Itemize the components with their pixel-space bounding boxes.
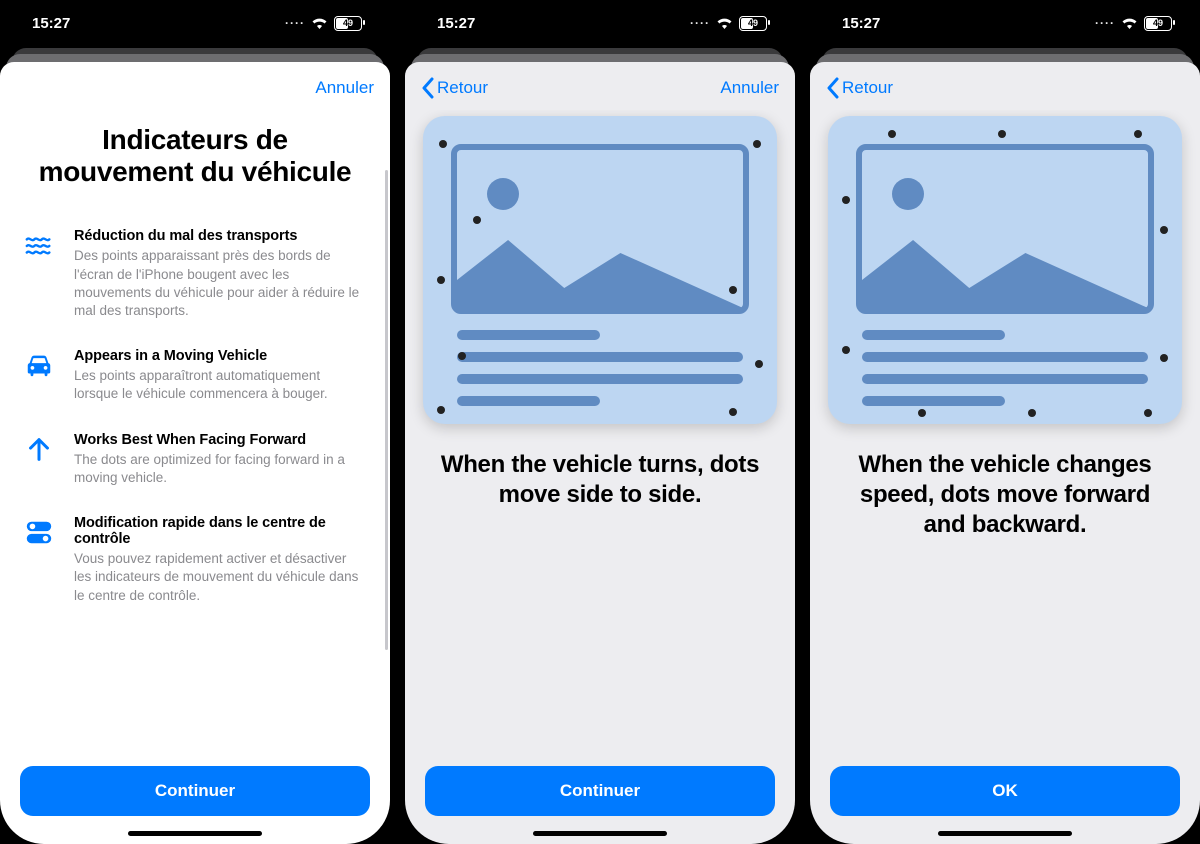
modal-sheet: Annuler Indicateurs de mouvement du véhi… — [0, 62, 390, 844]
image-placeholder-icon — [856, 144, 1154, 314]
back-button[interactable]: Retour — [826, 77, 893, 99]
feature-row: Réduction du mal des transports Des poin… — [22, 228, 362, 320]
feature-title: Modification rapide dans le centre de co… — [74, 515, 362, 547]
illustration-card — [828, 116, 1182, 424]
cellular-icon: ···· — [690, 16, 710, 30]
battery-icon: 49 — [1144, 16, 1172, 31]
illustration-card — [423, 116, 777, 424]
wifi-icon — [311, 17, 328, 29]
cellular-icon: ···· — [285, 16, 305, 30]
wifi-icon — [1121, 17, 1138, 29]
cellular-icon: ···· — [1095, 16, 1115, 30]
feature-desc: Les points apparaîtront automatiquement … — [74, 367, 362, 403]
clock: 15:27 — [32, 15, 70, 32]
wifi-icon — [716, 17, 733, 29]
feature-desc: The dots are optimized for facing forwar… — [74, 451, 362, 487]
ok-button[interactable]: OK — [830, 766, 1180, 816]
page-title: Indicateurs de mouvement du véhicule — [0, 110, 390, 228]
arrow-up-icon — [22, 432, 56, 487]
back-button[interactable]: Retour — [421, 77, 488, 99]
chevron-left-icon — [421, 77, 435, 99]
image-placeholder-icon — [451, 144, 749, 314]
feature-row: Modification rapide dans le centre de co… — [22, 515, 362, 605]
feature-desc: Des points apparaissant près des bords d… — [74, 247, 362, 320]
waves-icon — [22, 228, 56, 320]
car-icon — [22, 348, 56, 403]
home-indicator[interactable] — [938, 831, 1072, 836]
battery-icon: 49 — [739, 16, 767, 31]
home-indicator[interactable] — [533, 831, 667, 836]
status-bar: 15:27 ···· 49 — [0, 0, 390, 46]
feature-desc: Vous pouvez rapidement activer et désact… — [74, 550, 362, 605]
modal-sheet: Retour — [810, 62, 1200, 844]
feature-row: Works Best When Facing Forward The dots … — [22, 432, 362, 487]
continue-button[interactable]: Continuer — [425, 766, 775, 816]
phone-screen-2: 15:27 ···· 49 Retour Annuler — [405, 0, 795, 844]
phone-screen-1: 15:27 ···· 49 Annuler Indicateurs de mou… — [0, 0, 390, 844]
chevron-left-icon — [826, 77, 840, 99]
status-bar: 15:27 ···· 49 — [405, 0, 795, 46]
status-bar: 15:27 ···· 49 — [810, 0, 1200, 46]
feature-title: Appears in a Moving Vehicle — [74, 348, 362, 364]
clock: 15:27 — [842, 15, 880, 32]
toggle-icon — [22, 515, 56, 605]
feature-row: Appears in a Moving Vehicle Les points a… — [22, 348, 362, 403]
modal-sheet: Retour Annuler — [405, 62, 795, 844]
clock: 15:27 — [437, 15, 475, 32]
description-text: When the vehicle changes speed, dots mov… — [810, 424, 1200, 540]
description-text: When the vehicle turns, dots move side t… — [405, 424, 795, 510]
phone-screen-3: 15:27 ···· 49 Retour — [810, 0, 1200, 844]
scrollbar[interactable] — [385, 170, 388, 650]
feature-title: Works Best When Facing Forward — [74, 432, 362, 448]
battery-icon: 49 — [334, 16, 362, 31]
cancel-button[interactable]: Annuler — [315, 78, 374, 98]
cancel-button[interactable]: Annuler — [720, 78, 779, 98]
home-indicator[interactable] — [128, 831, 262, 836]
feature-title: Réduction du mal des transports — [74, 228, 362, 244]
continue-button[interactable]: Continuer — [20, 766, 370, 816]
